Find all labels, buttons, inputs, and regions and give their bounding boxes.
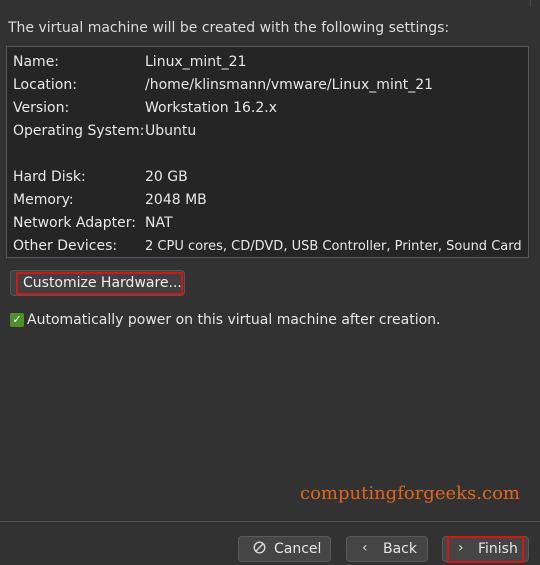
setting-value: NAT (145, 215, 173, 231)
cancel-label: Cancel (274, 541, 322, 557)
customize-hardware-button[interactable]: Customize Hardware... (10, 270, 185, 296)
power-on-checkbox[interactable]: ✓ (10, 313, 24, 327)
setting-value: Ubuntu (145, 123, 197, 139)
window-edge (0, 0, 531, 7)
setting-value: 2 CPU cores, CD/DVD, USB Controller, Pri… (145, 239, 522, 254)
setting-key: Location: (13, 77, 77, 93)
back-button[interactable]: ‹ Back (346, 536, 428, 562)
settings-summary-panel: Name: Linux_mint_21 Location: /home/klin… (6, 46, 529, 258)
setting-key: Network Adapter: (13, 215, 136, 231)
chevron-left-icon: ‹ (362, 540, 368, 556)
setting-key: Hard Disk: (13, 169, 86, 185)
power-on-label: Automatically power on this virtual mach… (27, 312, 441, 328)
setting-key: Version: (13, 100, 70, 116)
cancel-button[interactable]: Cancel (238, 536, 331, 562)
setting-value: 2048 MB (145, 192, 207, 208)
setting-key: Name: (13, 54, 60, 70)
cancel-icon (253, 541, 266, 558)
setting-key: Operating System: (13, 123, 145, 139)
back-label: Back (383, 541, 417, 557)
setting-key: Other Devices: (13, 238, 118, 254)
setting-value: Linux_mint_21 (145, 54, 247, 70)
watermark: computingforgeeks.com (300, 483, 520, 504)
highlight-box (447, 536, 524, 563)
setting-value: /home/klinsmann/vmware/Linux_mint_21 (145, 77, 434, 93)
customize-hardware-label: Customize Hardware... (23, 275, 182, 291)
summary-intro: The virtual machine will be created with… (8, 20, 450, 36)
setting-value: Workstation 16.2.x (145, 100, 277, 116)
setting-key: Memory: (13, 192, 74, 208)
setting-value: 20 GB (145, 169, 188, 185)
button-bar-separator (0, 521, 540, 522)
